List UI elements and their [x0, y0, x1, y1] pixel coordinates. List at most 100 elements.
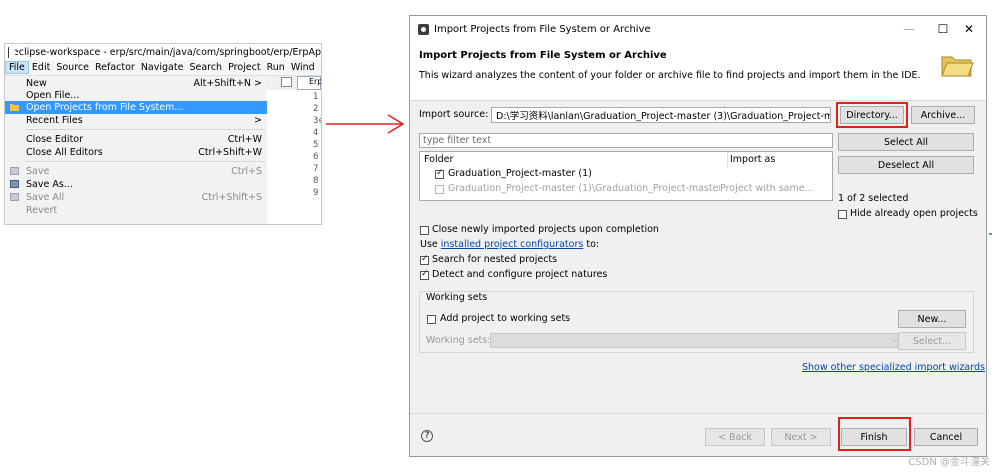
close-imported-checkbox[interactable] — [420, 226, 429, 235]
next-button[interactable]: Next > — [771, 428, 831, 446]
menu-refactor[interactable]: Refactor — [92, 62, 138, 73]
menu-item-open-file[interactable]: Open File... — [5, 89, 267, 102]
menu-project[interactable]: Project — [225, 62, 264, 73]
editor-area: Erp 1 2 3⊕ 4 5 6 7 8 9 — [267, 76, 321, 224]
menu-item-shortcut: Ctrl+Shift+S — [201, 191, 262, 203]
project-checkbox[interactable] — [435, 168, 444, 179]
menu-file[interactable]: File — [5, 61, 29, 74]
cancel-button[interactable]: Cancel — [914, 428, 978, 446]
save-all-icon — [10, 193, 19, 202]
menu-search[interactable]: Search — [186, 62, 225, 73]
menu-item-label: Open Projects from File System... — [26, 101, 184, 113]
table-row[interactable]: Graduation_Project-master (1)\Graduation… — [448, 183, 720, 194]
dialog-title: Import Projects from File System or Arch… — [434, 23, 651, 35]
menu-item-revert[interactable]: Revert — [5, 204, 267, 217]
back-button[interactable]: < Back — [705, 428, 765, 446]
save-icon — [10, 167, 19, 176]
hide-open-checkbox[interactable] — [838, 210, 847, 219]
menu-item-close-all-editors[interactable]: Close All Editors Ctrl+Shift+W — [5, 146, 267, 159]
finish-highlight — [838, 417, 911, 451]
archive-button[interactable]: Archive... — [911, 106, 975, 124]
select-ws-button[interactable]: Select... — [898, 332, 966, 350]
line-number: 8 — [313, 176, 319, 186]
file-menu-dropdown: New Alt+Shift+N > Open File... Open Proj… — [5, 76, 267, 224]
menu-bar: File Edit Source Refactor Navigate Searc… — [5, 60, 321, 76]
eclipse-title-bar: eclipse-workspace - erp/src/main/java/co… — [5, 44, 321, 60]
menu-run[interactable]: Run — [264, 62, 288, 73]
configurators-line: Use installed project configurators to: — [420, 239, 599, 250]
menu-item-shortcut: Ctrl+S — [231, 165, 262, 177]
help-icon[interactable]: ? — [421, 430, 433, 442]
working-sets-title: Working sets — [426, 292, 488, 303]
editor-tab[interactable]: Erp — [297, 76, 321, 90]
menu-item-close-editor[interactable]: Close Editor Ctrl+W — [5, 133, 267, 146]
menu-item-label: Revert — [26, 204, 58, 216]
new-ws-button[interactable]: New... — [898, 310, 966, 328]
menu-item-label: Save As... — [26, 178, 73, 190]
submenu-arrow-icon: > — [254, 114, 262, 126]
add-to-ws-label: Add project to working sets — [440, 313, 571, 324]
detect-natures-checkbox[interactable] — [420, 269, 429, 280]
line-number: 1 — [313, 92, 319, 102]
import-dialog: Import Projects from File System or Arch… — [409, 15, 987, 457]
eclipse-window-title: eclipse-workspace - erp/src/main/java/co… — [12, 46, 321, 58]
minimize-button[interactable]: — — [892, 16, 926, 42]
deselect-all-button[interactable]: Deselect All — [838, 156, 974, 174]
watermark: CSDN @金斗潼关 — [908, 457, 990, 468]
add-to-ws-checkbox[interactable] — [427, 315, 436, 324]
line-number: 6 — [313, 152, 319, 162]
menu-item-label: Close All Editors — [26, 146, 103, 158]
detect-natures-label: Detect and configure project natures — [432, 269, 608, 280]
projects-table: Folder Import as Graduation_Project-mast… — [419, 151, 833, 201]
menu-item-label: Close Editor — [26, 133, 84, 145]
menu-item-recent-files[interactable]: Recent Files > — [5, 114, 267, 127]
import-source-label: Import source: — [419, 109, 489, 120]
menu-edit[interactable]: Edit — [29, 62, 53, 73]
ws-label: Working sets: — [426, 335, 491, 346]
search-nested-checkbox[interactable] — [420, 254, 429, 265]
menu-item-label: Save All — [26, 191, 65, 203]
filter-input[interactable]: type filter text — [419, 133, 833, 148]
line-number: 5 — [313, 140, 319, 150]
import-source-combo[interactable]: D:\学习资料\lanlan\Graduation_Project-master… — [491, 107, 831, 123]
menu-item-save-all[interactable]: Save All Ctrl+Shift+S — [5, 191, 267, 204]
menu-item-label: New — [26, 77, 47, 89]
menu-window[interactable]: Wind — [288, 62, 318, 73]
footer-divider — [410, 413, 986, 414]
menu-separator — [25, 129, 265, 130]
use-prefix: Use — [420, 239, 438, 250]
select-all-button[interactable]: Select All — [838, 133, 974, 151]
chevron-down-icon: ⌵ — [821, 109, 828, 118]
configurators-link[interactable]: installed project configurators — [441, 239, 584, 250]
close-button[interactable]: ✕ — [952, 16, 986, 42]
import-source-value: D:\学习资料\lanlan\Graduation_Project-master… — [496, 111, 831, 122]
menu-item-open-projects[interactable]: Open Projects from File System... — [5, 101, 267, 114]
minimize-view-icon[interactable] — [281, 77, 292, 87]
wizard-header: Import Projects from File System or Arch… — [410, 42, 986, 101]
working-sets-combo[interactable]: ⌵ — [490, 333, 902, 348]
menu-item-label: Open File... — [26, 89, 80, 101]
line-number: 9 — [313, 188, 319, 198]
menu-item-save[interactable]: Save Ctrl+S — [5, 165, 267, 178]
project-checkbox[interactable] — [435, 185, 444, 194]
menu-item-save-as[interactable]: Save As... — [5, 178, 267, 191]
eclipse-icon — [8, 46, 15, 58]
menu-navigate[interactable]: Navigate — [138, 62, 187, 73]
wizard-title: Import Projects from File System or Arch… — [419, 50, 667, 61]
line-number: 4 — [313, 128, 319, 138]
menu-separator — [25, 161, 265, 162]
open-folder-icon — [941, 56, 974, 77]
line-number: 2 — [313, 104, 319, 114]
red-arrow-icon — [326, 114, 405, 134]
line-number: 7 — [313, 164, 319, 174]
table-row[interactable]: Graduation_Project-master (1) — [448, 168, 592, 179]
menu-source[interactable]: Source — [53, 62, 92, 73]
menu-item-new[interactable]: New Alt+Shift+N > — [5, 77, 267, 90]
other-wizards-link[interactable]: Show other specialized import wizards — [802, 362, 985, 373]
eclipse-window: eclipse-workspace - erp/src/main/java/co… — [4, 43, 322, 225]
table-row-import-as: Project with same... — [720, 183, 814, 194]
wizard-description: This wizard analyzes the content of your… — [419, 70, 921, 81]
column-separator — [727, 152, 728, 167]
close-imported-label: Close newly imported projects upon compl… — [432, 224, 659, 235]
hide-open-label: Hide already open projects — [850, 208, 978, 219]
